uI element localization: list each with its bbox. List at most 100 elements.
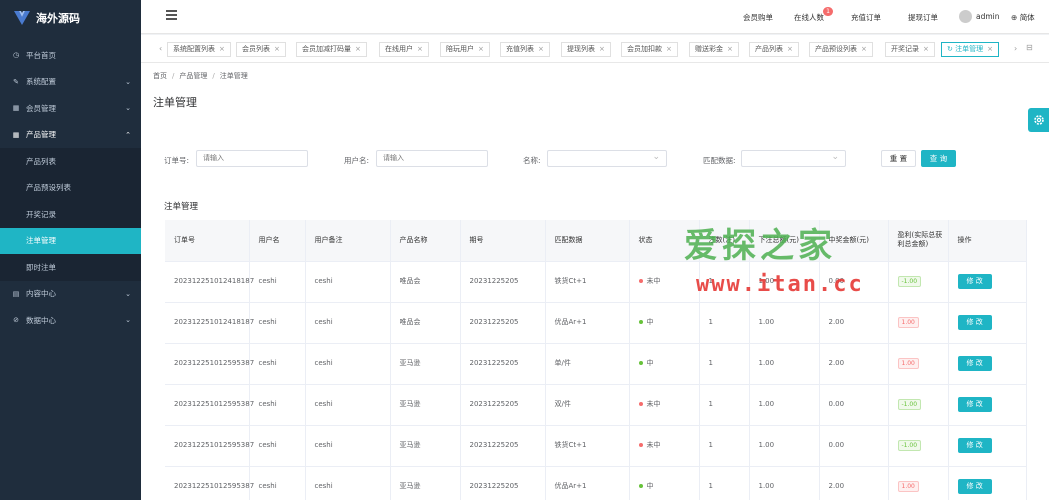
edit-button[interactable]: 修 改 (957, 479, 992, 494)
sidebar-item-products[interactable]: ▦ 产品管理 ⌃ (0, 122, 141, 149)
table-cell: 2.00 (819, 343, 889, 385)
close-icon[interactable]: × (727, 45, 733, 53)
close-icon[interactable]: × (478, 45, 484, 53)
close-icon[interactable]: × (861, 45, 867, 53)
profit-badge: 1.00 (897, 358, 919, 369)
cell-value: 中 (646, 359, 654, 367)
username-input[interactable] (376, 150, 488, 167)
table-row: 202312251012595387 ceshi ceshi 亚马逊 202312252… (165, 384, 1027, 426)
tab-label: 产品列表 (755, 45, 783, 53)
sidebar-item-product-preset[interactable]: 产品预设列表 (0, 175, 141, 202)
sidebar-item-system[interactable]: ✎ 系统配置 ⌄ (0, 69, 141, 96)
cell-value: 中 (646, 318, 654, 326)
nav-member-orders[interactable]: 会员购单 (743, 12, 773, 23)
sidebar-item-instant-bets[interactable]: 即时注单 (0, 254, 141, 281)
nav-withdraw-orders[interactable]: 提现订单 (908, 12, 938, 23)
tab-label: 在线用户 (385, 45, 413, 53)
cell-value: 未中 (646, 400, 661, 408)
tab-system-config[interactable]: 系统配置列表 × (167, 42, 231, 57)
edit-button[interactable]: 修 改 (957, 438, 992, 453)
breadcrumb-products[interactable]: 产品管理 (179, 72, 207, 80)
edit-button[interactable]: 修 改 (957, 356, 992, 371)
app-title: 海外源码 (36, 12, 80, 25)
table-cell: 20231225205 (460, 384, 546, 426)
tab-draw-records[interactable]: 开奖记录 × (885, 42, 935, 57)
close-icon[interactable]: × (787, 45, 793, 53)
tab-member-charge[interactable]: 会员加扣款 × (621, 42, 678, 57)
search-button[interactable]: 查 询 (921, 150, 956, 167)
cell-value: ceshi (258, 318, 277, 326)
cell-value: ceshi (258, 359, 277, 367)
nav-recharge-orders[interactable]: 充值订单 (851, 12, 881, 23)
sidebar-item-product-list[interactable]: 产品列表 (0, 148, 141, 175)
close-icon[interactable]: × (599, 45, 605, 53)
grid-icon: ▦ (12, 104, 20, 113)
sidebar-item-home[interactable]: ◷ 平台首页 (0, 42, 141, 69)
close-icon[interactable]: × (219, 45, 225, 53)
close-icon[interactable]: × (538, 45, 544, 53)
language-switch[interactable]: ⊕ 简体 (1011, 12, 1035, 23)
edit-button[interactable]: 修 改 (957, 274, 992, 289)
tab-bet-management[interactable]: ↻ 注单管理 × (941, 42, 999, 57)
table-cell: -1.00 (888, 261, 949, 303)
cell-value: 未中 (646, 277, 661, 285)
status-dot-icon (638, 320, 643, 324)
cell-value: ceshi (258, 441, 277, 449)
name-select[interactable] (547, 150, 667, 167)
cell-value: 亚马逊 (399, 400, 421, 408)
tab-product-preset[interactable]: 产品预设列表 × (809, 42, 873, 57)
tab-online-users[interactable]: 在线用户 × (379, 42, 429, 57)
table-cell: 修 改 (948, 302, 1027, 344)
close-icon[interactable]: × (417, 45, 423, 53)
sidebar-item-content[interactable]: ▤ 内容中心 ⌄ (0, 281, 141, 308)
tabs-scroll-left-icon[interactable]: ‹ (159, 44, 162, 53)
avatar[interactable] (959, 10, 972, 23)
logo[interactable]: 海外源码 (0, 0, 141, 36)
profit-badge: -1.00 (897, 440, 922, 451)
cell-value: 1 (708, 482, 713, 490)
cell-value: 20231225205 (469, 482, 519, 490)
tab-member-bet-adjust[interactable]: 会员加减打码量 × (296, 42, 367, 57)
status-dot-icon (638, 443, 643, 447)
cell-value: 2.00 (828, 318, 845, 326)
match-data-select[interactable] (741, 150, 846, 167)
tab-member-list[interactable]: 会员列表 × (236, 42, 286, 57)
table-header-row: 订单号 用户名 用户备注 产品名称 期号 匹配数据 状态 注数(注) 下注总额(… (165, 220, 1027, 262)
close-icon[interactable]: × (274, 45, 280, 53)
sidebar-item-data[interactable]: ⊘ 数据中心 ⌄ (0, 307, 141, 334)
table-cell: ceshi (305, 261, 391, 303)
lock-icon[interactable]: ⊟ (1026, 43, 1033, 52)
tab-label: 会员加减打码量 (302, 45, 351, 53)
order-number-label: 订单号: (164, 156, 190, 165)
sidebar-item-bet-management[interactable]: 注单管理 (0, 227, 141, 254)
order-number-input[interactable] (196, 150, 308, 167)
reset-button[interactable]: 重 置 (881, 150, 916, 167)
cell-value: 铁货Ct+1 (554, 441, 587, 449)
edit-button[interactable]: 修 改 (957, 315, 992, 330)
sidebar-item-members[interactable]: ▦ 会员管理 ⌄ (0, 95, 141, 122)
tab-product-list[interactable]: 产品列表 × (749, 42, 799, 57)
tab-gift-bonus[interactable]: 赠送彩金 × (689, 42, 739, 57)
edit-button[interactable]: 修 改 (957, 397, 992, 412)
breadcrumb-home[interactable]: 首页 (153, 72, 167, 80)
cell-value: 20231225205 (469, 400, 519, 408)
tab-recharge-list[interactable]: 充值列表 × (500, 42, 550, 57)
bet-table: 订单号 用户名 用户备注 产品名称 期号 匹配数据 状态 注数(注) 下注总额(… (165, 220, 1027, 500)
close-icon[interactable]: × (923, 45, 929, 53)
user-name[interactable]: admin (976, 12, 1000, 21)
col-header: 盈利(实际总获利总金额) (888, 220, 949, 262)
cell-value: 202312251012595387 (174, 400, 255, 408)
tabs-scroll-right-icon[interactable]: › (1014, 44, 1017, 53)
close-icon[interactable]: × (355, 45, 361, 53)
sidebar-item-draw-records[interactable]: 开奖记录 (0, 201, 141, 228)
hamburger-icon[interactable] (166, 10, 177, 20)
table-cell: 修 改 (948, 343, 1027, 385)
refresh-icon[interactable]: ↻ (947, 45, 953, 53)
nav-online-users[interactable]: 在线人数 1 (794, 7, 833, 23)
tab-companion-users[interactable]: 陪玩用户 × (440, 42, 490, 57)
tab-withdraw-list[interactable]: 提现列表 × (561, 42, 611, 57)
settings-gear-button[interactable] (1028, 108, 1049, 132)
close-icon[interactable]: × (987, 45, 993, 53)
close-icon[interactable]: × (666, 45, 672, 53)
logo-v-icon (14, 11, 30, 25)
